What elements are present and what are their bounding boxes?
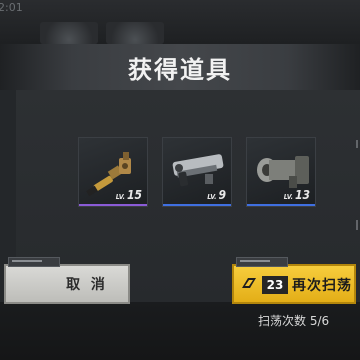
cancel-button[interactable]: 取 消: [4, 257, 130, 304]
item-level: LV. 13: [283, 188, 310, 202]
item-level: LV. 9: [207, 188, 226, 202]
hud-timer: 2:01: [0, 1, 23, 14]
reward-item-pistol[interactable]: LV. 9: [162, 137, 232, 207]
sweep-again-button[interactable]: 23 再次扫荡: [232, 257, 356, 304]
background-footer: [0, 300, 360, 360]
dialog-title: 获得道具: [128, 55, 232, 84]
rarity-bar: [163, 204, 231, 206]
sweep-again-label: 再次扫荡: [292, 278, 352, 294]
background-avatar: [40, 22, 98, 44]
dialog-header: 获得道具: [0, 44, 360, 90]
sweep-ticket-icon: [242, 278, 256, 288]
cancel-button-label: 取 消: [66, 277, 108, 293]
button-tag: [236, 257, 288, 267]
panel-edge-marks: [354, 140, 360, 230]
reward-items: LV. 15 LV. 9 LV. 13: [78, 137, 318, 209]
rarity-bar: [247, 204, 315, 206]
background-avatar: [106, 22, 164, 44]
rarity-bar: [79, 204, 147, 206]
item-level: LV. 15: [115, 188, 142, 202]
reward-item-scope[interactable]: LV. 15: [78, 137, 148, 207]
sweep-cost: 23: [262, 276, 288, 294]
button-tag: [8, 257, 60, 267]
sweep-count-text: 扫荡次数 5/6: [258, 314, 330, 328]
reward-item-barrel[interactable]: LV. 13: [246, 137, 316, 207]
